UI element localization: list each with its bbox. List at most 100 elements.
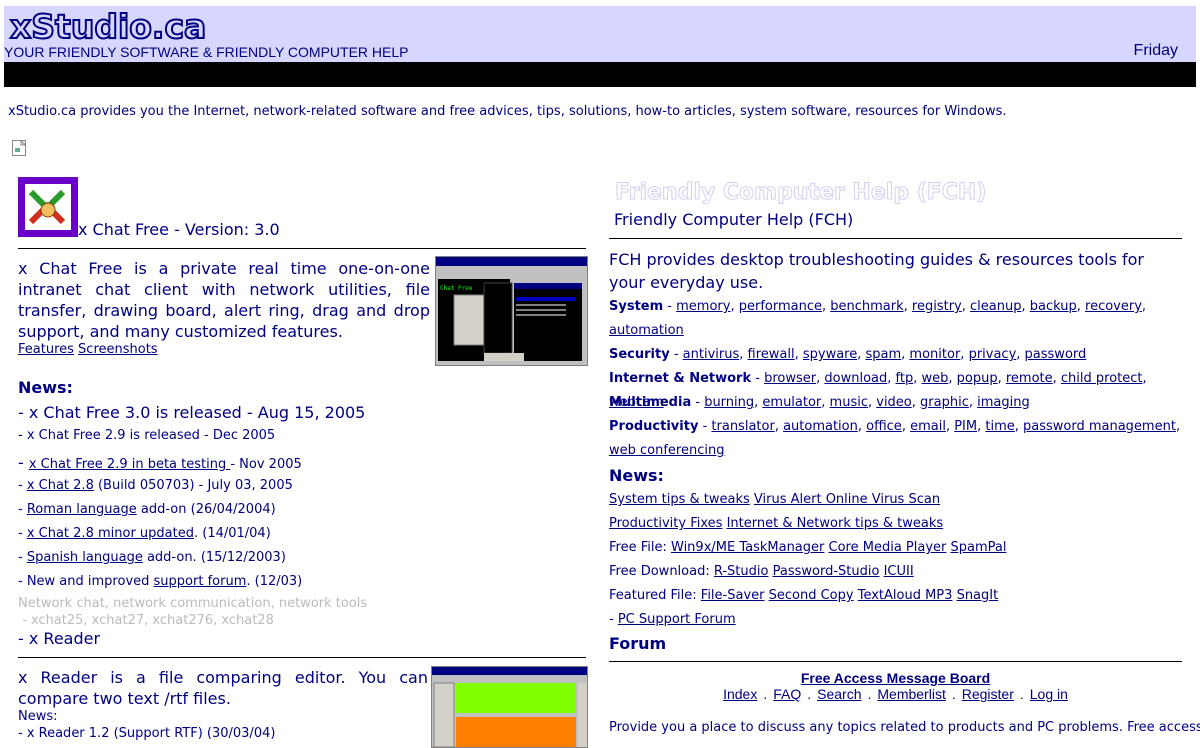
xreader-news-label: News: [18, 709, 58, 724]
category-link[interactable]: registry [912, 299, 962, 314]
news-item: - x Chat 2.8 (Build 050703) - July 03, 2… [18, 478, 293, 493]
category-link[interactable]: antivirus [683, 347, 740, 362]
category-link[interactable]: web [921, 371, 948, 386]
news-item: - x Chat 2.8 minor updated. (14/01/04) [18, 526, 271, 541]
category-productivity: Productivity - translator, automation, o… [609, 419, 1181, 458]
free-file-row: Free File: Win9x/ME TaskManager Core Med… [609, 540, 1007, 555]
divider [609, 661, 1182, 662]
category-link[interactable]: translator [711, 419, 774, 434]
category-link[interactable]: memory [676, 299, 730, 314]
forum-search-link[interactable]: Search [817, 686, 861, 702]
intro-text: xStudio.ca provides you the Internet, ne… [8, 104, 1007, 119]
news-link[interactable]: Productivity Fixes [609, 516, 722, 531]
free-download-link[interactable]: Password-Studio [773, 564, 880, 579]
forum-memberlist-link[interactable]: Memberlist [877, 686, 945, 702]
news-link[interactable]: System tips & tweaks [609, 492, 750, 507]
forum-login-link[interactable]: Log in [1030, 686, 1068, 702]
featured-file-link[interactable]: TextAloud MP3 [858, 588, 953, 603]
news-link[interactable]: Online Virus Scan [826, 492, 940, 507]
featured-file-link[interactable]: File-Saver [701, 588, 765, 603]
category-link[interactable]: password [1025, 347, 1087, 362]
news-links-row: Productivity Fixes Internet & Network ti… [609, 516, 943, 531]
fch-title-link[interactable]: Friendly Computer Help (FCH) [614, 210, 853, 229]
site-logo[interactable]: xStudio.ca [9, 7, 207, 47]
keywords-line: Network chat, network communication, net… [18, 596, 368, 611]
forum-faq-link[interactable]: FAQ [773, 686, 801, 702]
forum-links: Index. FAQ. Search. Memberlist. Register. Log… [723, 686, 1068, 702]
nav-bar [4, 62, 1196, 87]
news-link[interactable]: support forum [154, 574, 247, 589]
free-download-link[interactable]: ICUII [884, 564, 914, 579]
site-header: xStudio.ca YOUR FRIENDLY SOFTWARE & FRIE… [4, 6, 1196, 62]
category-link[interactable]: office [866, 419, 902, 434]
category-link[interactable]: time [985, 419, 1014, 434]
news-link[interactable]: Roman language [27, 502, 137, 517]
category-link[interactable]: popup [957, 371, 998, 386]
category-link[interactable]: burning [704, 395, 754, 410]
xchat-title-link[interactable]: x Chat Free - Version: 3.0 [78, 220, 280, 239]
xchat-screenshot[interactable]: Chat Free [435, 256, 588, 366]
category-link[interactable]: spyware [803, 347, 857, 362]
category-link[interactable]: download [824, 371, 887, 386]
site-tagline: YOUR FRIENDLY SOFTWARE & FRIENDLY COMPUT… [4, 44, 409, 60]
svg-text:Chat Free: Chat Free [440, 285, 473, 292]
category-link[interactable]: automation [609, 323, 684, 338]
current-day: Friday [1133, 42, 1178, 59]
keywords-line: - xchat25, xchat27, xchat276, xchat28 [18, 613, 274, 628]
category-link[interactable]: privacy [969, 347, 1017, 362]
forum-index-link[interactable]: Index [723, 686, 757, 702]
pc-support-forum-link[interactable]: PC Support Forum [618, 612, 736, 627]
category-link[interactable]: child protect [1061, 371, 1143, 386]
category-link[interactable]: web conferencing [609, 443, 724, 458]
xchat-links: Features Screenshots [18, 342, 158, 357]
xreader-screenshot[interactable] [431, 666, 588, 748]
features-link[interactable]: Features [18, 342, 74, 357]
category-link[interactable]: backup [1030, 299, 1077, 314]
featured-file-link[interactable]: SnagIt [957, 588, 999, 603]
category-link[interactable]: imaging [977, 395, 1030, 410]
news-link[interactable]: Spanish language [27, 550, 143, 565]
category-link[interactable]: emulator [762, 395, 821, 410]
category-system: System - memory, performance, benchmark,… [609, 299, 1147, 338]
category-link[interactable]: cleanup [970, 299, 1021, 314]
category-link[interactable]: music [830, 395, 868, 410]
screenshots-link[interactable]: Screenshots [78, 342, 158, 357]
free-file-link[interactable]: Win9x/ME TaskManager [671, 540, 824, 555]
featured-file-link[interactable]: Second Copy [769, 588, 854, 603]
category-link[interactable]: remote [1006, 371, 1053, 386]
category-link[interactable]: firewall [748, 347, 795, 362]
broken-image-icon [12, 140, 28, 156]
category-link[interactable]: video [876, 395, 912, 410]
category-link[interactable]: PIM [954, 419, 977, 434]
free-file-link[interactable]: Core Media Player [829, 540, 947, 555]
divider [18, 657, 586, 658]
category-link[interactable]: email [910, 419, 946, 434]
xreader-description: x Reader is a file comparing editor. You… [18, 668, 428, 708]
category-link[interactable]: recovery [1085, 299, 1142, 314]
news-headline: - x Chat Free 3.0 is released - Aug 15, … [18, 403, 366, 422]
fch-news-heading: News: [609, 466, 664, 485]
category-link[interactable]: automation [783, 419, 858, 434]
category-multimedia: Multimedia - burning, emulator, music, v… [609, 395, 1030, 410]
category-link[interactable]: browser [764, 371, 816, 386]
category-link[interactable]: password management [1023, 419, 1176, 434]
news-link[interactable]: Internet & Network tips & tweaks [727, 516, 944, 531]
news-link[interactable]: x Chat Free 2.9 in beta testing [29, 457, 231, 472]
message-board-link[interactable]: Free Access Message Board [609, 670, 1182, 686]
category-link[interactable]: graphic [920, 395, 969, 410]
news-link[interactable]: x Chat 2.8 minor updated [27, 526, 194, 541]
divider [18, 248, 586, 249]
xchat-logo-icon[interactable] [18, 177, 78, 237]
free-download-link[interactable]: R-Studio [714, 564, 769, 579]
category-link[interactable]: monitor [909, 347, 960, 362]
free-file-link[interactable]: SpamPal [951, 540, 1007, 555]
category-link[interactable]: performance [739, 299, 822, 314]
news-link[interactable]: x Chat 2.8 [27, 478, 94, 493]
forum-description: Provide you a place to discuss any topic… [609, 720, 1200, 735]
category-link[interactable]: spam [866, 347, 902, 362]
category-link[interactable]: benchmark [830, 299, 903, 314]
category-link[interactable]: ftp [896, 371, 914, 386]
featured-file-row: Featured File: File-Saver Second Copy Te… [609, 588, 999, 603]
news-link[interactable]: Virus Alert [754, 492, 826, 507]
forum-register-link[interactable]: Register [962, 686, 1014, 702]
